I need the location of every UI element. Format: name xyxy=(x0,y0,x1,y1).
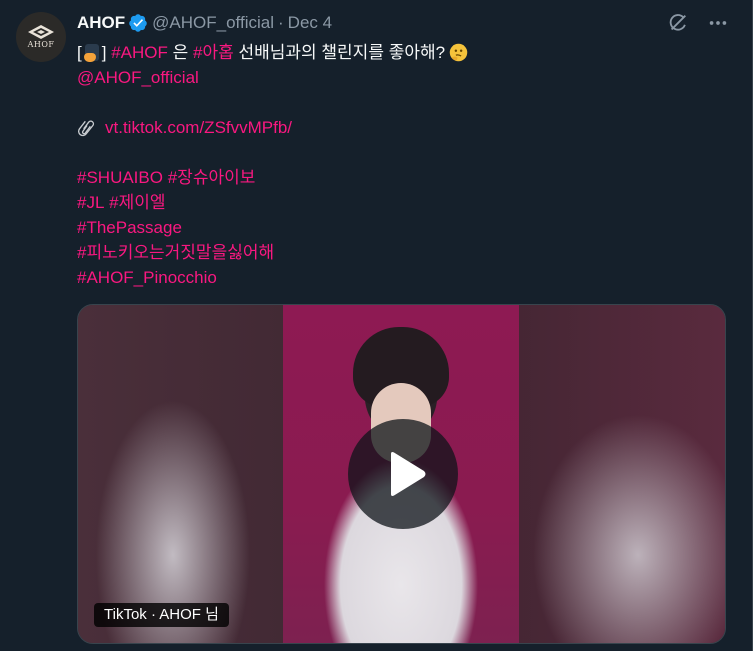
play-icon xyxy=(391,452,426,496)
video-card[interactable]: TikTok · AHOF 님 xyxy=(77,304,726,644)
hashtag-line-2: #JL #제이엘 xyxy=(77,190,717,215)
hashtag-ahof[interactable]: #AHOF xyxy=(111,40,168,65)
bracket-close: ] xyxy=(101,43,107,62)
tweet-header: AHOF @AHOF_official · Dec 4 xyxy=(77,12,332,34)
tweet-text: [ ] #AHOF 은 #아홉 선배님과의 챌린지를 좋아해? @AHOF_of… xyxy=(77,40,717,290)
phone-emoji-icon xyxy=(83,44,99,62)
display-name[interactable]: AHOF xyxy=(77,13,125,33)
avatar-text: AHOF xyxy=(27,40,55,49)
hashtag-line-1: #SHUAIBO #장슈아이보 xyxy=(77,165,717,190)
tweet-date[interactable]: Dec 4 xyxy=(288,13,332,33)
avatar[interactable]: AHOF xyxy=(16,12,66,62)
hashtag-jeiel[interactable]: #제이엘 xyxy=(109,190,165,215)
particle-text: 은 xyxy=(172,43,189,62)
more-icon[interactable] xyxy=(707,12,729,34)
handle[interactable]: @AHOF_official xyxy=(152,13,274,33)
separator: · xyxy=(278,13,284,32)
hashtag-line-3: #ThePassage xyxy=(77,215,717,240)
media-source-badge: TikTok · AHOF 님 xyxy=(94,603,229,627)
tweet-line-mention: @AHOF_official xyxy=(77,65,717,90)
ahof-logo-icon xyxy=(28,25,54,39)
tweet-line-url: vt.tiktok.com/ZSfvvMPfb/ xyxy=(77,115,717,140)
play-button[interactable] xyxy=(348,419,458,529)
bracket-open: [ xyxy=(77,43,82,62)
hashtag-pinocchio-korean[interactable]: #피노키오는거짓말을싫어해 xyxy=(77,240,274,265)
hashtag-line-4: #피노키오는거짓말을싫어해 xyxy=(77,240,717,265)
verified-badge-icon[interactable] xyxy=(128,13,148,33)
tweet-line-1: [ ] #AHOF 은 #아홉 선배님과의 챌린지를 좋아해? xyxy=(77,40,717,65)
hashtag-ahop[interactable]: #아홉 xyxy=(193,40,234,65)
header-actions xyxy=(667,12,729,34)
tiktok-url-link[interactable]: vt.tiktok.com/ZSfvvMPfb/ xyxy=(105,115,292,140)
paperclip-icon xyxy=(78,120,95,136)
grok-icon[interactable] xyxy=(667,12,689,34)
tweet-line-1-rest: 선배님과의 챌린지를 좋아해? xyxy=(238,43,446,62)
hashtag-thepassage[interactable]: #ThePassage xyxy=(77,215,182,240)
thinking-face-emoji-icon xyxy=(449,43,468,62)
hashtag-line-5: #AHOF_Pinocchio xyxy=(77,265,717,290)
mention-link[interactable]: @AHOF_official xyxy=(77,65,199,90)
hashtag-shuaibo[interactable]: #SHUAIBO xyxy=(77,165,163,190)
hashtag-ahof-pinocchio[interactable]: #AHOF_Pinocchio xyxy=(77,265,217,290)
hashtag-jl[interactable]: #JL xyxy=(77,190,104,215)
hashtag-jangshuaibo[interactable]: #장슈아이보 xyxy=(168,165,256,190)
